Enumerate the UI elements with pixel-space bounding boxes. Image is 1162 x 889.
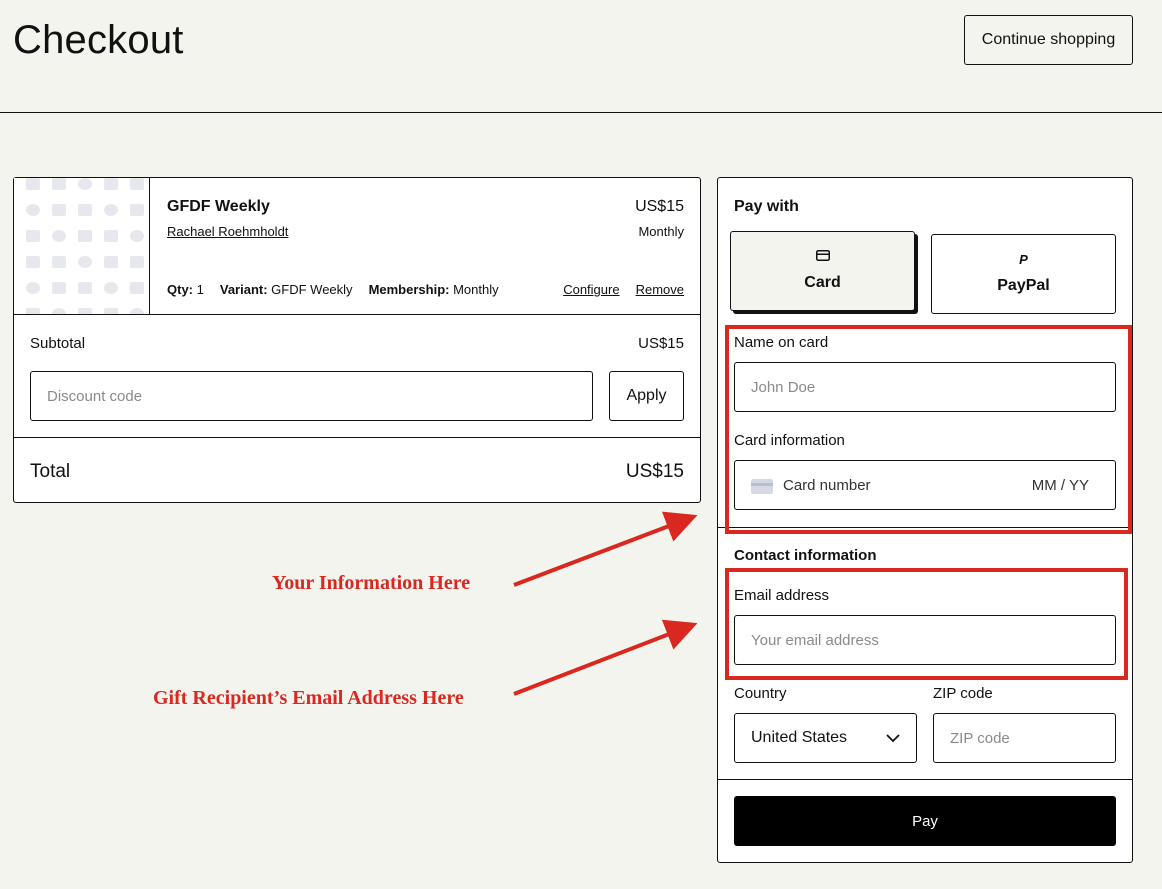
paypal-icon: P (1019, 252, 1028, 267)
total-value: US$15 (625, 461, 684, 482)
country-value: United States (751, 729, 848, 746)
card-method-label: Card (804, 274, 841, 291)
total-label: Total (30, 461, 71, 482)
divider (718, 527, 1132, 528)
divider (718, 779, 1132, 780)
card-method-tab[interactable]: Card (730, 231, 915, 311)
item-qty: Qty: 1 (167, 282, 204, 297)
paypal-method-tab[interactable]: P PayPal (931, 234, 1116, 314)
card-number-placeholder: Card number (783, 477, 871, 494)
item-details: Qty: 1 Variant: GFDF Weekly Membership: … (167, 282, 515, 297)
configure-link[interactable]: Configure (563, 282, 619, 297)
email-annotation: Gift Recipient’s Email Address Here (153, 687, 464, 709)
subtotal-value: US$15 (638, 335, 684, 352)
country-label: Country (734, 685, 787, 702)
contact-heading: Contact information (734, 547, 877, 564)
zip-label: ZIP code (933, 685, 993, 702)
item-variant: Variant: GFDF Weekly (219, 282, 353, 297)
apply-discount-button[interactable]: Apply (609, 371, 684, 421)
subtotal-label: Subtotal (30, 335, 86, 352)
order-summary-panel: GFDF Weekly Rachael Roehmholdt US$15 Mon… (13, 177, 701, 503)
remove-link[interactable]: Remove (636, 282, 684, 297)
divider (14, 314, 700, 315)
info-annotation: Your Information Here (272, 572, 471, 594)
pay-button[interactable]: Pay (734, 796, 1116, 846)
zip-input[interactable] (933, 713, 1116, 763)
item-period: Monthly (638, 224, 684, 239)
item-name: GFDF Weekly (167, 198, 270, 215)
item-actions: Configure Remove (563, 282, 684, 297)
discount-code-input[interactable] (30, 371, 593, 421)
item-author-link[interactable]: Rachael Roehmholdt (167, 224, 288, 239)
email-arrow (513, 619, 698, 696)
card-info-label: Card information (734, 432, 845, 449)
divider (14, 437, 700, 438)
page-title: Checkout (13, 18, 184, 62)
email-input[interactable] (734, 615, 1116, 665)
card-number-field[interactable]: Card number MM / YY (734, 460, 1116, 510)
country-select[interactable]: United States (734, 713, 917, 763)
item-price: US$15 (635, 198, 684, 215)
card-brand-icon (751, 479, 773, 494)
name-on-card-input[interactable] (734, 362, 1116, 412)
header-divider (0, 112, 1162, 113)
email-label: Email address (734, 587, 830, 604)
pay-with-heading: Pay with (734, 198, 799, 215)
payment-panel: Pay with Card P PayPal Name on card Card… (717, 177, 1133, 863)
chevron-down-icon (886, 733, 900, 742)
info-arrow (513, 511, 698, 587)
continue-shopping-button[interactable]: Continue shopping (964, 15, 1133, 65)
thumbnail-icon-pattern (20, 178, 149, 314)
paypal-method-label: PayPal (997, 277, 1050, 294)
name-on-card-label: Name on card (734, 334, 829, 351)
card-expiry-placeholder: MM / YY (1031, 477, 1089, 494)
item-membership: Membership: Monthly (368, 282, 499, 297)
credit-card-icon (815, 250, 830, 264)
product-thumbnail[interactable] (14, 178, 150, 314)
